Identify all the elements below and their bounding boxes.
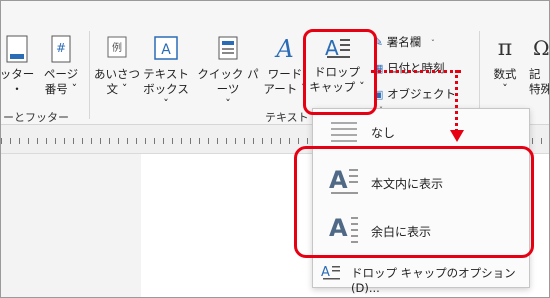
footer-button[interactable]: ッター ・ bbox=[0, 35, 39, 97]
quick-parts-button[interactable]: クイック パーツ ˇ bbox=[192, 35, 264, 112]
document-margin bbox=[1, 154, 141, 297]
datetime-button[interactable]: ▦ 日付と時刻 bbox=[373, 61, 453, 76]
quick-parts-label-2: ˇ bbox=[225, 97, 231, 111]
omega-icon: Ω bbox=[533, 36, 550, 60]
wordart-button[interactable]: A ワード アート ˇ bbox=[263, 35, 307, 97]
annotation-arrow-line bbox=[455, 70, 458, 132]
equation-label-1: 数式 bbox=[493, 67, 517, 81]
page-number-button[interactable]: # ページ 番号 ˇ bbox=[39, 35, 83, 97]
wordart-icon: A bbox=[274, 35, 293, 63]
svg-text:#: # bbox=[56, 41, 66, 55]
svg-text:A: A bbox=[321, 265, 330, 280]
textbox-icon: A bbox=[154, 36, 178, 60]
ribbon-insert-tab: ッター ・ # ページ 番号 ˇ 例 あいさつ 文 ˇ A テキスト ボックス … bbox=[0, 1, 550, 125]
annotation-arrow-line bbox=[371, 70, 461, 73]
footer-label-2: ・ bbox=[11, 82, 23, 96]
greeting-icon: 例 bbox=[107, 36, 127, 58]
special-button[interactable]: Ω 記 特殊 bbox=[529, 35, 550, 97]
textbox-label-1: テキスト bbox=[143, 67, 189, 81]
textbox-label-2: ボックス ˇ bbox=[143, 82, 189, 111]
greeting-label-2: 文 ˇ bbox=[106, 82, 128, 96]
page-number-icon: # bbox=[51, 35, 71, 63]
ribbon-separator bbox=[479, 31, 480, 119]
signature-label: 署名欄 bbox=[386, 35, 422, 49]
page-number-label-2: 番号 ˇ bbox=[44, 82, 78, 96]
dropcap-highlight bbox=[303, 29, 377, 115]
pi-icon: π bbox=[498, 36, 512, 61]
footer-icon bbox=[6, 35, 28, 63]
menu-item-options-label: ドロップ キャップのオプション(D)... bbox=[351, 266, 516, 295]
signature-line-button[interactable]: ✎ 署名欄 ˇ bbox=[373, 35, 453, 51]
textbox-button[interactable]: A テキスト ボックス ˇ bbox=[141, 35, 191, 112]
none-icon bbox=[331, 122, 357, 142]
special-label-2: 特殊 bbox=[529, 82, 550, 96]
svg-text:π: π bbox=[498, 36, 512, 61]
object-label: オブジェクト bbox=[387, 87, 457, 101]
signature-caret: ˇ bbox=[430, 39, 435, 48]
group-label-header-footer: ーとフッター bbox=[3, 111, 69, 124]
svg-text:Ω: Ω bbox=[533, 36, 550, 60]
special-label-1: 記 bbox=[529, 67, 541, 81]
quick-parts-label-1: クイック パーツ bbox=[197, 67, 259, 96]
wordart-label-1: ワード bbox=[267, 67, 303, 81]
group-label-text: テキスト bbox=[265, 111, 309, 124]
quick-parts-icon bbox=[218, 36, 238, 60]
greeting-button[interactable]: 例 あいさつ 文 ˇ bbox=[92, 35, 142, 97]
menu-item-none-label: なし bbox=[371, 126, 396, 140]
screenshot-frame: ッター ・ # ページ 番号 ˇ 例 あいさつ 文 ˇ A テキスト ボックス … bbox=[0, 0, 550, 298]
menu-options-highlight bbox=[294, 146, 534, 258]
dropcap-options-icon: A bbox=[321, 265, 340, 280]
svg-text:例: 例 bbox=[112, 41, 122, 54]
greeting-label-1: あいさつ bbox=[94, 67, 140, 81]
equation-button[interactable]: π 数式 ˇ bbox=[485, 35, 525, 97]
svg-text:A: A bbox=[161, 42, 171, 58]
footer-label-1: ッター bbox=[0, 67, 35, 81]
annotation-arrow-head bbox=[450, 130, 464, 142]
equation-label-2: ˇ bbox=[502, 82, 508, 96]
menu-item-options[interactable]: A ドロップ キャップのオプション(D)... bbox=[313, 261, 529, 295]
ribbon-separator bbox=[89, 31, 90, 119]
svg-text:A: A bbox=[274, 35, 293, 63]
wordart-label-2: アート ˇ bbox=[263, 82, 307, 96]
page-number-label-1: ページ bbox=[43, 67, 79, 81]
